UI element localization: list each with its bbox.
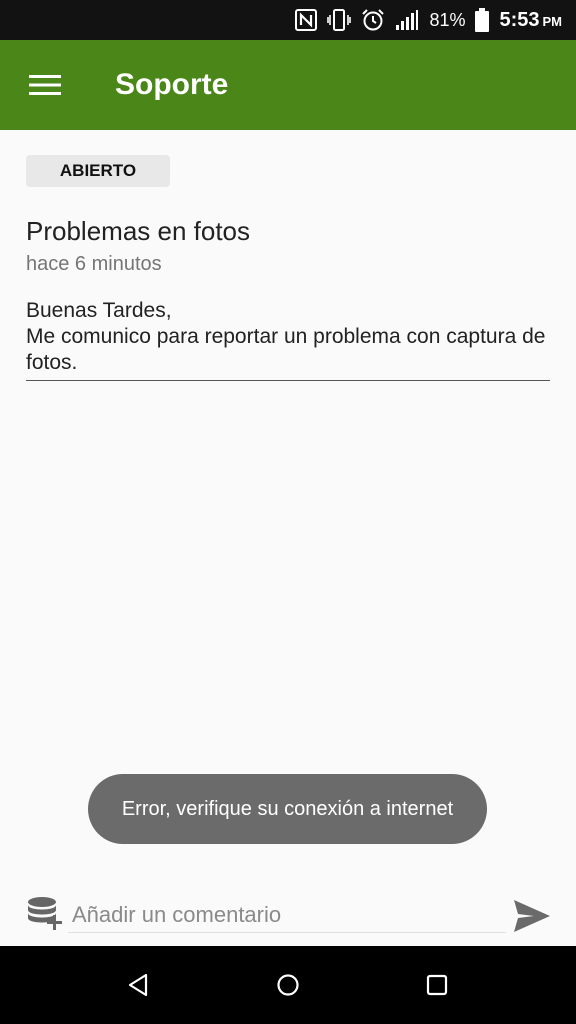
app-title: Soporte <box>115 68 229 101</box>
comment-bar <box>0 886 576 946</box>
app-bar: Soporte <box>0 40 576 130</box>
signal-icon <box>395 9 419 31</box>
battery-percent: 81% <box>429 9 466 30</box>
clock-ampm: PM <box>542 13 563 29</box>
comment-input[interactable] <box>68 898 506 933</box>
database-add-icon[interactable] <box>26 896 64 937</box>
clock-time: 5:53 <box>499 8 540 31</box>
hamburger-menu-icon <box>29 75 61 95</box>
clock: 5:53 PM <box>499 9 562 32</box>
ticket-message: Buenas Tardes, Me comunico para reportar… <box>26 298 550 381</box>
ticket-title: Problemas en fotos <box>26 216 251 246</box>
menu-button[interactable] <box>0 40 90 130</box>
home-icon[interactable] <box>273 970 303 1000</box>
battery-icon <box>475 8 490 32</box>
navigation-bar <box>0 946 576 1024</box>
recents-icon[interactable] <box>422 970 452 1000</box>
nfc-icon <box>295 9 318 31</box>
alarm-icon <box>361 8 385 32</box>
back-icon[interactable] <box>123 970 153 1000</box>
error-toast: Error, verifique su conexión a internet <box>88 774 487 844</box>
vibrate-icon <box>327 9 352 31</box>
support-ticket-screen: 81% 5:53 PM Soporte ABIERTO Problemas en … <box>0 0 576 1024</box>
ticket-timestamp: hace 6 minutos <box>26 253 162 275</box>
status-bar: 81% 5:53 PM <box>0 0 576 40</box>
send-icon[interactable] <box>512 898 552 934</box>
status-badge: ABIERTO <box>26 155 170 187</box>
